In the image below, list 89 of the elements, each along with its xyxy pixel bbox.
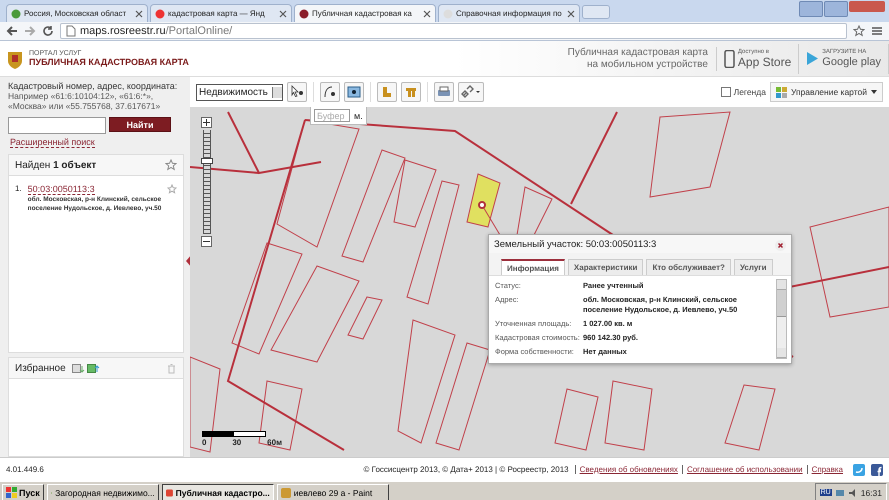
back-icon [6,25,18,37]
area-query-button[interactable] [344,82,364,102]
scale-bar [202,431,266,437]
result-number: 1. [15,184,22,195]
result-link[interactable]: 50:03:0050113:3 [28,184,95,195]
close-icon [775,240,786,250]
identify-button[interactable] [286,82,307,102]
scale-label: 60м [267,438,282,447]
zoom-in-button[interactable] [201,117,212,128]
close-icon [135,10,143,18]
buildings-icon [404,85,418,99]
taskbar-button[interactable]: Загородная недвижимо... [46,484,159,500]
search-label: Кадастровый номер, адрес, координата: [8,81,178,91]
phone-icon [724,50,735,68]
star-icon [853,25,865,37]
footer-link[interactable]: Соглашение об использовании [682,465,807,474]
legend-checkbox[interactable] [720,87,731,97]
taskbar-button[interactable]: Публичная кадастро... [162,484,274,500]
windows-logo-icon [6,487,17,498]
url-text: maps.rosreestr.ru/PortalOnline/ [80,25,232,37]
trash-icon [166,362,177,374]
advanced-search-link[interactable]: Расширенный поиск [10,137,95,148]
buffer-unit: м. [354,110,363,120]
minus-icon [203,238,210,245]
page-icon [11,8,21,18]
address-bar[interactable]: maps.rosreestr.ru/PortalOnline/ [60,23,847,39]
popup-title: Земельный участок: 50:03:0050113:3 [494,238,656,250]
browser-tab[interactable]: Публичная кадастровая ка [294,4,436,22]
plus-icon [203,119,210,126]
page-icon [299,8,309,18]
browser-tab[interactable]: Справочная информация по [438,4,580,22]
close-button[interactable] [775,238,786,250]
browser-tab[interactable]: кадастровая карта — Янд [150,4,292,22]
star-icon [165,159,177,171]
export-icon [86,362,100,374]
curve-query-button[interactable] [320,82,340,102]
print-button[interactable] [434,82,454,102]
version-text: 4.01.449.6 [6,465,44,474]
caret-icon [871,90,877,94]
menu-icon [871,25,883,37]
scale-label: 0 [202,438,206,447]
mobile-promo-text: Публичная кадастровая карта на мобильном устройстве [566,46,717,70]
curve-help-icon [322,85,337,99]
rectangle-help-icon [346,85,361,99]
speaker-icon [848,488,858,498]
zoom-slider[interactable] [202,130,210,234]
star-icon [167,184,177,194]
close-icon [279,10,287,18]
search-hint: Например «61:6:10104:12», «61:6:*», «Москва» или «55.755768, 37.617671» [8,91,162,111]
close-icon [423,10,431,18]
page-icon [155,8,165,18]
results-heading: Найден 1 объект [15,160,96,170]
legend-label: Легенда [734,87,766,97]
link-icon [460,85,481,99]
forward-icon [24,25,36,37]
clock: 16:31 [860,488,882,498]
taskbar-button[interactable]: иевлево 29 а - Paint [276,484,389,500]
popup-tab[interactable]: Услуги [734,259,773,275]
zoom-out-button[interactable] [201,236,212,247]
pointer-help-icon [290,85,304,99]
copyright-text: © Госсисцентр 2013, © Дата+ 2013 | © Росреестр, 2013 [364,465,569,474]
footer-link[interactable]: Сведения об обновлениях [574,465,682,474]
start-button[interactable]: Пуск [2,484,44,500]
search-field[interactable] [8,117,106,134]
page-icon [65,25,77,37]
link-button[interactable] [458,82,484,102]
f-letter-icon [871,464,883,476]
popup-tab[interactable]: Характеристики [568,259,644,275]
reload-icon [42,25,54,37]
footer-link[interactable]: Справка [806,465,847,474]
popup-tab[interactable]: Кто обслуживает? [646,259,731,275]
close-icon [567,10,575,18]
buildings-button[interactable] [400,82,421,102]
map-control-button[interactable]: Управление картой [770,82,883,102]
site-title: ПУБЛИЧНАЯ КАДАСТРОВАЯ КАРТА [29,57,189,67]
building-button[interactable] [376,82,397,102]
scale-label: 30 [232,438,242,447]
scrollbar[interactable] [776,279,787,359]
grid-icon [776,86,787,98]
zoom-slider-thumb[interactable] [200,158,212,164]
favorites-heading: Избранное [15,362,66,374]
find-button[interactable]: Найти [109,117,171,132]
import-icon [72,362,85,374]
network-icon [834,488,845,498]
play-icon [806,51,820,66]
layer-dropdown[interactable]: Недвижимость [196,84,283,100]
printer-icon [436,85,451,99]
browser-tab[interactable]: Россия, Московская област [6,4,148,22]
popup-tab[interactable]: Информация [501,259,565,275]
